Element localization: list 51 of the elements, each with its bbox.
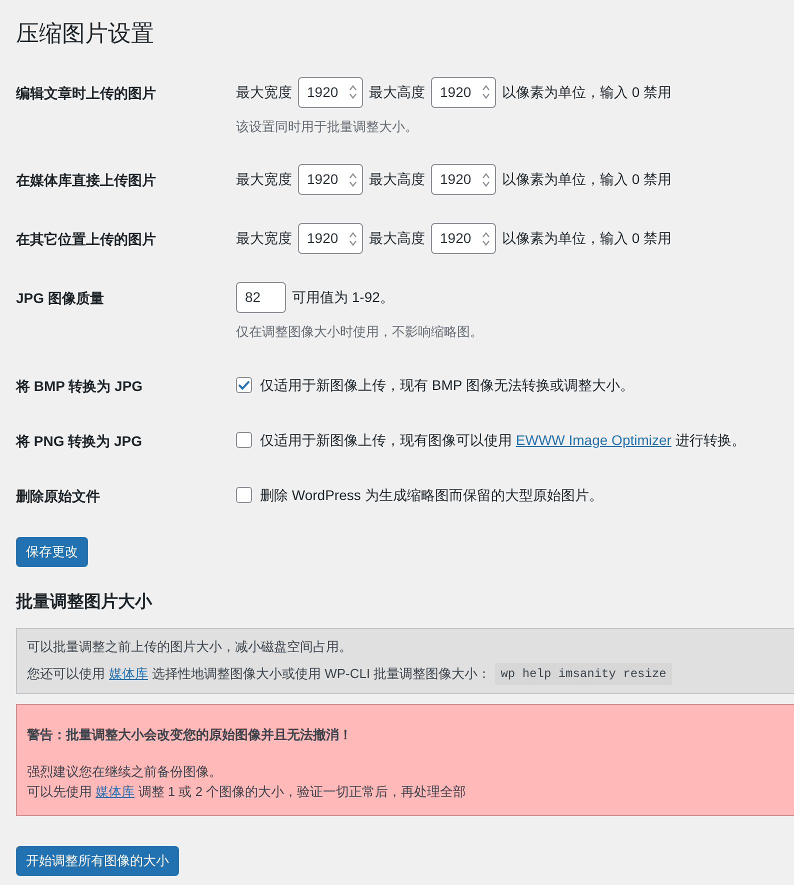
checkbox[interactable] (236, 487, 252, 503)
checkbox-label: 仅适用于新图像上传，现有图像可以使用 EWWW Image Optimizer 进行转换。 (260, 430, 746, 450)
checkbox[interactable] (236, 377, 252, 393)
command-code: wp help imsanity resize (494, 662, 672, 684)
checkmark-icon (238, 380, 250, 390)
field-label: 最大宽度 (236, 229, 292, 248)
page-title: 压缩图片设置 (16, 19, 155, 48)
link[interactable]: 媒体库 (109, 664, 148, 684)
save-button[interactable]: 保存更改 (16, 536, 88, 566)
setting-label: 将 PNG 转换为 JPG (16, 432, 144, 450)
warning-text: 强烈建议您在继续之前备份图像。 (27, 763, 223, 781)
spinner-icon[interactable] (481, 230, 491, 248)
warning-title: 警告：批量调整大小会改变您的原始图像并且无法撤消！ (27, 726, 353, 744)
unit-text: 以像素为单位，输入 0 禁用 (502, 82, 672, 102)
number-field[interactable]: 1920 (431, 76, 496, 108)
link[interactable]: EWWW Image Optimizer (516, 432, 672, 448)
field-label: 最大高度 (369, 170, 425, 189)
field-label: 最大高度 (369, 229, 425, 248)
spinner-icon[interactable] (348, 83, 358, 101)
spinner-icon[interactable] (348, 170, 358, 188)
number-field[interactable]: 1920 (298, 76, 363, 108)
checkbox[interactable] (236, 432, 252, 448)
section-title: 批量调整图片大小 (16, 590, 154, 612)
number-field[interactable]: 1920 (431, 164, 496, 195)
info-text: 可以批量调整之前上传的图片大小，减小磁盘空间占用。 (27, 638, 353, 656)
setting-label: 删除原始文件 (16, 486, 101, 506)
warning-text: 可以先使用 媒体库 调整 1 或 2 个图像的大小，验证一切正常后，再处理全部 (27, 782, 468, 800)
hint-text: 可用值为 1-92。 (292, 288, 394, 307)
number-field[interactable]: 1920 (298, 164, 363, 195)
description-text: 仅在调整图像大小时使用，不影响缩略图。 (236, 323, 483, 341)
field-label: 最大高度 (369, 82, 425, 102)
spinner-icon[interactable] (481, 83, 491, 101)
number-field[interactable]: 1920 (298, 223, 363, 254)
field-label: 最大宽度 (236, 170, 292, 189)
spinner-icon[interactable] (348, 230, 358, 248)
setting-label: 将 BMP 转换为 JPG (16, 376, 144, 396)
number-field[interactable]: 1920 (431, 223, 496, 254)
description-text: 该设置同时用于批量调整大小。 (236, 118, 419, 136)
checkbox-label: 仅适用于新图像上传，现有 BMP 图像无法转换或调整大小。 (260, 376, 634, 394)
start-button[interactable]: 开始调整所有图像的大小 (16, 846, 179, 876)
setting-label: 在其它位置上传的图片 (16, 230, 157, 249)
setting-label: 在媒体库直接上传图片 (16, 171, 157, 190)
setting-label: JPG 图像质量 (16, 289, 105, 308)
unit-text: 以像素为单位，输入 0 禁用 (502, 170, 672, 189)
info-text: 您还可以使用 媒体库 选择性地调整图像大小或使用 WP-CLI 批量调整图像大小： wp help imsanity resize (27, 662, 784, 684)
spinner-icon[interactable] (481, 170, 491, 188)
field-label: 最大宽度 (236, 82, 292, 102)
checkbox-label: 删除 WordPress 为生成缩略图而保留的大型原始图片。 (260, 486, 603, 504)
number-field[interactable]: 82 (236, 282, 286, 313)
setting-label: 编辑文章时上传的图片 (16, 84, 157, 102)
unit-text: 以像素为单位，输入 0 禁用 (502, 229, 672, 248)
